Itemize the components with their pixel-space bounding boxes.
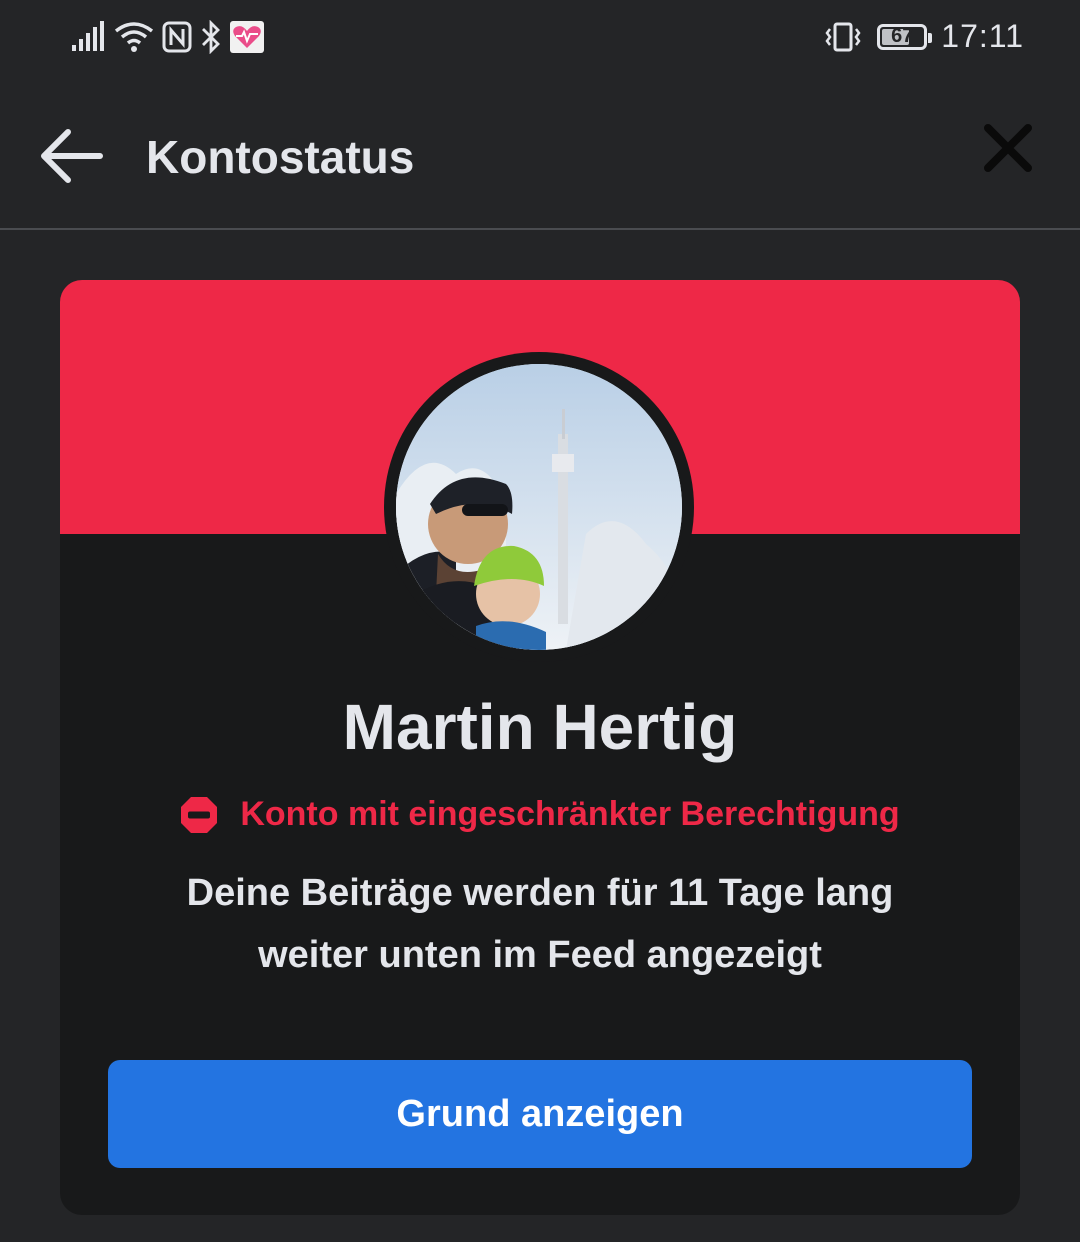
back-button[interactable]: [36, 120, 108, 192]
clock: 17:11: [941, 18, 1024, 54]
nfc-icon: [162, 21, 192, 53]
page-title: Kontostatus: [146, 131, 415, 183]
status-icons-right: 67 17:11: [823, 18, 1024, 55]
bluetooth-icon: [202, 20, 220, 54]
restricted-icon: [181, 796, 218, 833]
status-icons-left: [72, 20, 264, 54]
show-reason-button[interactable]: Grund anzeigen: [108, 1060, 972, 1168]
avatar: [396, 364, 682, 650]
status-text: Konto mit eingeschränkter Berechtigung: [240, 795, 900, 833]
battery-icon: 67: [877, 23, 933, 50]
signal-icon: [72, 21, 104, 51]
account-status: Konto mit eingeschränkter Berechtigung: [60, 795, 1020, 834]
avatar-ring: [384, 352, 694, 662]
status-bar: 67 17:11: [0, 0, 1080, 80]
vibrate-icon: [825, 22, 861, 51]
battery-level: 67: [891, 25, 914, 47]
wifi-icon: [114, 22, 154, 52]
status-description: Deine Beiträge werden für 11 Tage lang w…: [186, 872, 894, 976]
arrow-left-icon: [41, 129, 103, 183]
health-icon: [230, 21, 264, 53]
app-header: Kontostatus: [0, 80, 1080, 230]
close-button[interactable]: [982, 122, 1034, 174]
profile-name: Martin Hertig: [342, 691, 738, 763]
account-status-card: Martin Hertig Konto mit eingeschränkter …: [60, 280, 1020, 1215]
close-icon: [984, 124, 1032, 172]
